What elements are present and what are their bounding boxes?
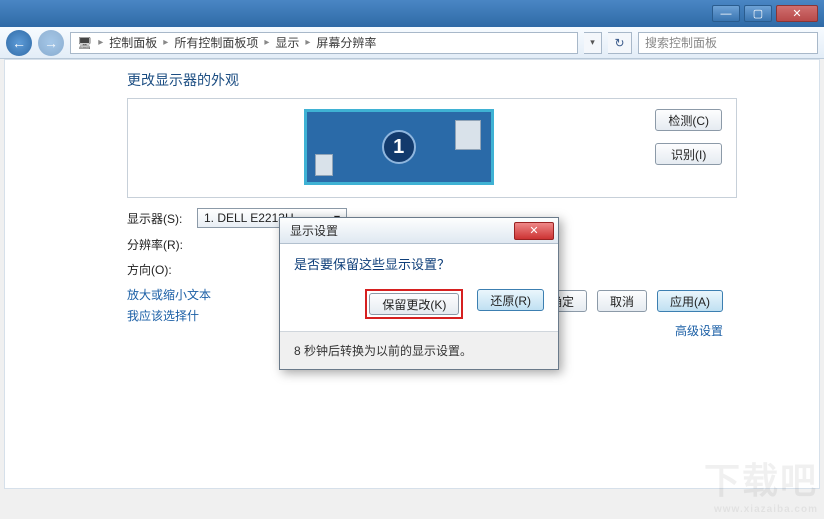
close-icon: ✕ [529,224,538,237]
dialog-title: 显示设置 [290,222,338,239]
highlight-ring: 保留更改(K) [365,289,463,319]
modal-overlay: 显示设置 ✕ 是否要保留这些显示设置？ 保留更改(K) 还原(R) 8 秒钟后转… [0,0,824,519]
display-settings-dialog: 显示设置 ✕ 是否要保留这些显示设置？ 保留更改(K) 还原(R) 8 秒钟后转… [279,217,559,370]
keep-changes-button[interactable]: 保留更改(K) [369,293,459,315]
dialog-titlebar: 显示设置 ✕ [280,218,558,244]
dialog-close-button[interactable]: ✕ [514,222,554,240]
dialog-countdown: 8 秒钟后转换为以前的显示设置。 [280,331,558,369]
revert-button[interactable]: 还原(R) [477,289,544,311]
dialog-question: 是否要保留这些显示设置？ [294,254,544,273]
